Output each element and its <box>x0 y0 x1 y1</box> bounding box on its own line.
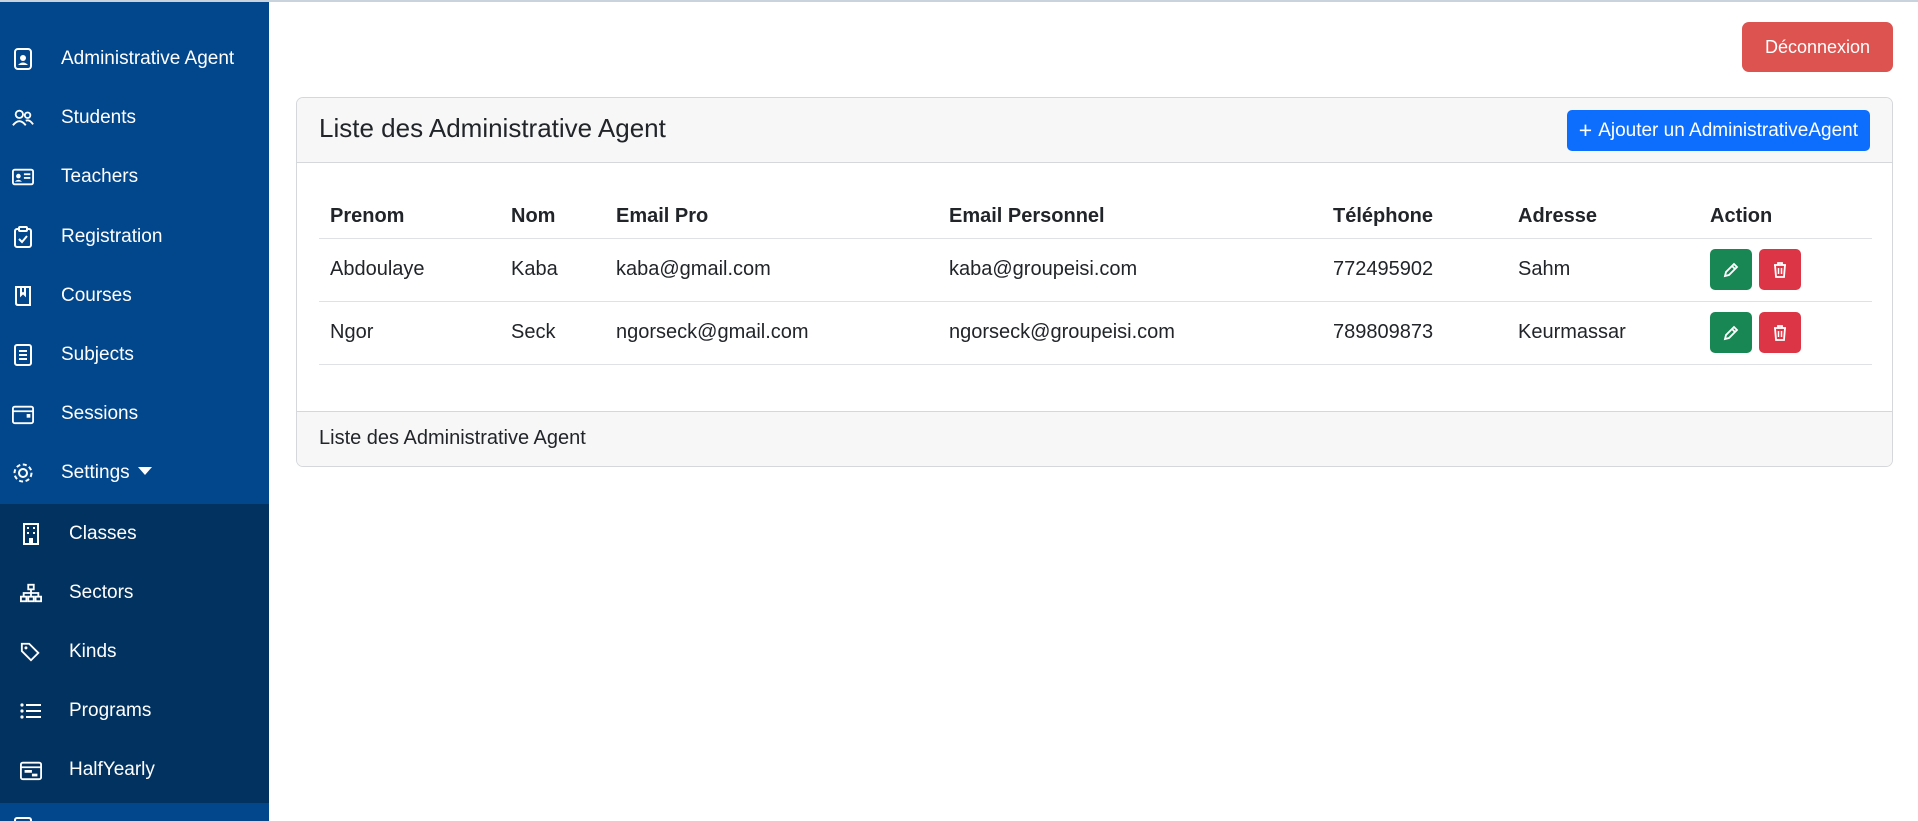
sidebar-item-label: Administrative Agent <box>61 48 235 69</box>
book-icon <box>12 285 34 307</box>
column-header-email-personnel: Email Personnel <box>938 195 1322 239</box>
sidebar-item-label: Settings <box>61 462 152 484</box>
truncated-icon <box>14 817 32 821</box>
sidebar-item-label: Teachers <box>61 166 139 187</box>
tags-icon <box>20 641 42 663</box>
cell-nom: Kaba <box>500 238 605 302</box>
column-header-email-pro: Email Pro <box>605 195 938 239</box>
calendar-range-icon <box>20 759 42 781</box>
sidebar-item-administrative-agent[interactable]: Administrative Agent <box>0 31 269 87</box>
pencil-icon <box>1723 325 1739 340</box>
cell-telephone: 772495902 <box>1322 238 1507 302</box>
add-agent-button[interactable]: + Ajouter un AdministrativeAgent <box>1566 110 1870 151</box>
sidebar-item-kinds[interactable]: Kinds <box>0 624 269 680</box>
sidebar-item-label: Students <box>61 107 136 128</box>
card-footer: Liste des Administrative Agent <box>297 411 1892 466</box>
sidebar-item-settings[interactable]: Settings <box>0 445 269 501</box>
cell-prenom: Abdoulaye <box>319 238 500 302</box>
agents-table: Prenom Nom Email Pro Email Personnel Tél… <box>319 195 1872 365</box>
sidebar: Administrative Agent Students Teachers R… <box>0 2 269 821</box>
sidebar-item-subjects[interactable]: Subjects <box>0 327 269 383</box>
delete-button[interactable] <box>1759 312 1801 353</box>
sidebar-item-label: Courses <box>61 285 132 306</box>
sidebar-item-classes[interactable]: Classes <box>0 506 269 562</box>
clipboard-check-icon <box>12 226 34 248</box>
sidebar-item-label: Subjects <box>61 344 134 365</box>
agent-list-card: Liste des Administrative Agent + Ajouter… <box>296 97 1893 467</box>
sidebar-item-label: Programs <box>69 700 152 721</box>
calendar-icon <box>12 403 34 425</box>
people-icon <box>12 107 34 129</box>
column-header-prenom: Prenom <box>319 195 500 239</box>
sidebar-item-students[interactable]: Students <box>0 90 269 146</box>
cell-nom: Seck <box>500 301 605 365</box>
column-header-telephone: Téléphone <box>1322 195 1507 239</box>
top-border <box>0 0 1918 2</box>
id-card-icon <box>12 166 34 188</box>
sidebar-item-label: Kinds <box>69 641 117 662</box>
add-agent-label: Ajouter un AdministrativeAgent <box>1598 119 1858 141</box>
cell-telephone: 789809873 <box>1322 301 1507 365</box>
trash-icon <box>1774 261 1786 278</box>
sidebar-item-label: Sessions <box>61 403 139 424</box>
cell-action <box>1699 301 1872 365</box>
cell-adresse: Keurmassar <box>1507 301 1699 365</box>
edit-button[interactable] <box>1710 249 1752 290</box>
cell-email-personnel: kaba@groupeisi.com <box>938 238 1322 302</box>
pencil-icon <box>1723 262 1739 277</box>
settings-submenu: Classes Sectors Kinds Programs HalfYearl… <box>0 504 269 803</box>
table-row: Abdoulaye Kaba kaba@gmail.com kaba@group… <box>319 238 1872 302</box>
badge-icon <box>12 48 34 70</box>
table-row: Ngor Seck ngorseck@gmail.com ngorseck@gr… <box>319 301 1872 365</box>
sidebar-item-label: Registration <box>61 226 163 247</box>
sidebar-item-halfyearly[interactable]: HalfYearly <box>0 742 269 798</box>
table-header-row: Prenom Nom Email Pro Email Personnel Tél… <box>319 195 1872 239</box>
sidebar-item-courses[interactable]: Courses <box>0 268 269 324</box>
cell-email-personnel: ngorseck@groupeisi.com <box>938 301 1322 365</box>
footer-text: Liste des Administrative Agent <box>319 427 586 449</box>
sidebar-item-label: Sectors <box>69 582 134 603</box>
delete-button[interactable] <box>1759 249 1801 290</box>
column-header-action: Action <box>1699 195 1872 239</box>
card-header: Liste des Administrative Agent + Ajouter… <box>297 98 1892 163</box>
cell-adresse: Sahm <box>1507 238 1699 302</box>
trash-icon <box>1774 324 1786 341</box>
sidebar-overflow <box>0 803 269 821</box>
sidebar-item-teachers[interactable]: Teachers <box>0 149 269 205</box>
building-icon <box>20 523 42 545</box>
sidebar-item-sessions[interactable]: Sessions <box>0 386 269 442</box>
column-header-nom: Nom <box>500 195 605 239</box>
sidebar-item-label: HalfYearly <box>69 759 155 780</box>
gear-icon <box>12 462 34 484</box>
sidebar-item-sectors[interactable]: Sectors <box>0 565 269 621</box>
sidebar-item-label: Classes <box>69 523 137 544</box>
edit-button[interactable] <box>1710 312 1752 353</box>
caret-down-icon <box>137 466 152 475</box>
cell-prenom: Ngor <box>319 301 500 365</box>
column-header-adresse: Adresse <box>1507 195 1699 239</box>
cell-action <box>1699 238 1872 302</box>
plus-icon: + <box>1578 117 1593 143</box>
list-doc-icon <box>12 344 34 366</box>
sidebar-item-programs[interactable]: Programs <box>0 683 269 739</box>
logout-button[interactable]: Déconnexion <box>1742 22 1893 72</box>
sidebar-item-registration[interactable]: Registration <box>0 209 269 265</box>
page-title: Liste des Administrative Agent <box>319 113 666 143</box>
cell-email-pro: ngorseck@gmail.com <box>605 301 938 365</box>
list-icon <box>20 700 42 722</box>
cell-email-pro: kaba@gmail.com <box>605 238 938 302</box>
diagram-icon <box>20 582 42 604</box>
